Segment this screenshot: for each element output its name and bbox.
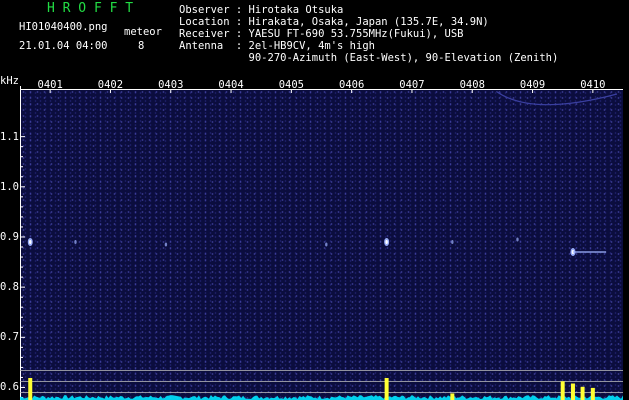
- level-burst: [450, 393, 455, 400]
- meteor-echo: [325, 242, 328, 247]
- y-tick-label: 1.1: [0, 130, 19, 143]
- meteor-echo: [516, 237, 519, 242]
- level-burst: [560, 381, 565, 400]
- y-tick-label: 1.0: [0, 180, 19, 193]
- meteor-echo-core: [29, 239, 32, 244]
- meteor-echo: [451, 239, 454, 244]
- y-tick-label: 0.7: [0, 331, 19, 344]
- meteor-echo: [74, 239, 77, 244]
- level-burst: [570, 383, 575, 400]
- level-trace: [20, 395, 623, 400]
- x-tick-label: 0408: [459, 79, 485, 91]
- hrofft-window: H R O F F T HI01040400.png 21.01.04 04:0…: [0, 0, 629, 400]
- level-burst: [580, 386, 585, 400]
- x-tick-label: 0406: [338, 79, 365, 91]
- x-tick-label: 0403: [158, 79, 184, 91]
- level-burst: [590, 387, 595, 400]
- meteor-echo-core: [385, 239, 388, 244]
- level-burst: [28, 378, 33, 400]
- y-tick-label: 0.9: [0, 230, 19, 243]
- x-tick-label: 0402: [97, 79, 124, 91]
- x-tick-label: 0404: [218, 79, 244, 91]
- x-tick-label: 0405: [278, 79, 304, 91]
- x-tick-label: 0410: [580, 79, 606, 91]
- y-tick-label: 0.8: [0, 281, 19, 294]
- y-tick-label: 0.6: [0, 381, 19, 394]
- carrier-trace: [496, 91, 618, 106]
- x-tick-label: 0407: [399, 79, 425, 91]
- spectrogram-overlay: [20, 86, 623, 400]
- level-burst: [384, 378, 389, 400]
- meteor-echo: [164, 242, 168, 247]
- x-tick-label: 0409: [519, 79, 546, 91]
- x-tick-label: 0401: [37, 79, 63, 91]
